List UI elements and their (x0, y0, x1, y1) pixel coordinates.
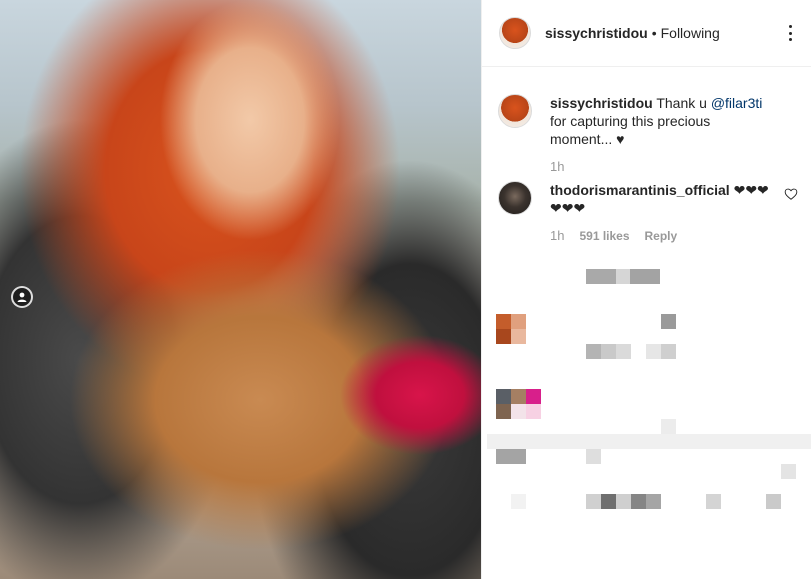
caption: sissychristidou Thank u @filar3ti for ca… (498, 94, 798, 176)
caption-username[interactable]: sissychristidou (550, 95, 653, 111)
separator-dot: • (651, 25, 657, 41)
comment-username[interactable]: thodorismarantinis_official (550, 182, 730, 198)
caption-text-start: Thank u (656, 95, 711, 111)
user-tag-icon[interactable] (11, 286, 33, 308)
post-photo[interactable] (0, 0, 481, 579)
like-comment-heart-icon[interactable] (784, 187, 798, 201)
post-details-panel: sissychristidou • Following sissychristi… (481, 0, 811, 579)
caption-timestamp[interactable]: 1h (550, 158, 564, 176)
caption-body: sissychristidou Thank u @filar3ti for ca… (550, 94, 772, 176)
comment-likes-count[interactable]: 591 likes (579, 227, 629, 245)
more-options-icon[interactable] (780, 23, 800, 43)
avatar[interactable] (498, 94, 532, 128)
caption-mention-link[interactable]: @filar3ti (711, 95, 763, 111)
comment-body: thodorismarantinis_official ❤❤❤ ❤❤❤ 1h 5… (550, 181, 772, 245)
following-button[interactable]: Following (661, 25, 720, 41)
caption-meta: 1h (550, 158, 772, 176)
comment-timestamp[interactable]: 1h (550, 227, 564, 245)
avatar[interactable] (499, 17, 531, 49)
comment: thodorismarantinis_official ❤❤❤ ❤❤❤ 1h 5… (498, 181, 798, 245)
caption-text-end: for capturing this precious moment... ♥ (550, 113, 711, 147)
header-username[interactable]: sissychristidou (545, 25, 648, 41)
comment-meta: 1h 591 likes Reply (550, 227, 772, 245)
comment-reply-button[interactable]: Reply (645, 227, 678, 245)
avatar[interactable] (498, 181, 532, 215)
post-header: sissychristidou • Following (482, 0, 811, 67)
